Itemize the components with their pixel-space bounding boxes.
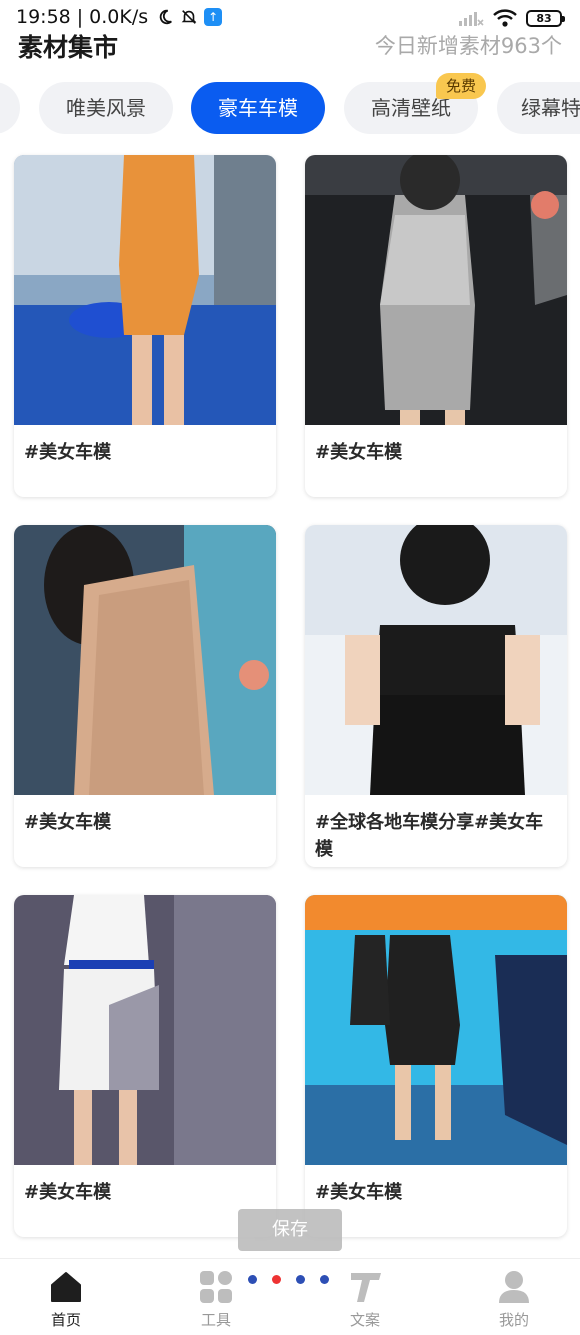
material-card[interactable]: #美女车模	[14, 525, 276, 867]
text-icon	[351, 1273, 381, 1302]
card-thumbnail	[305, 525, 567, 795]
nav-profile-label: 我的	[498, 1311, 529, 1329]
free-badge: 免费	[436, 73, 487, 99]
signal-icon	[459, 12, 484, 26]
card-title: #美女车模	[24, 812, 112, 833]
card-thumbnail	[14, 895, 276, 1165]
card-thumbnail	[14, 155, 276, 425]
indicator-dot-active	[272, 1275, 281, 1284]
grid-icon	[200, 1271, 232, 1303]
category-tab-cars[interactable]: 豪车车模	[191, 82, 325, 134]
nav-tools-label: 工具	[200, 1311, 231, 1329]
indicator-dot	[248, 1275, 257, 1284]
category-tab-previous[interactable]	[0, 82, 20, 134]
card-title: #美女车模	[315, 1182, 403, 1203]
status-left: 19:58 | 0.0K/s ↑	[16, 6, 223, 28]
category-tab-scenery[interactable]: 唯美风景	[39, 82, 173, 134]
upload-icon: ↑	[204, 8, 223, 26]
page-indicator	[248, 1275, 329, 1284]
bottom-nav: 首页 工具 文案 我的	[0, 1258, 580, 1335]
wifi-icon	[493, 9, 517, 27]
card-title: #美女车模	[315, 442, 403, 463]
material-card[interactable]: #美女车模	[305, 155, 567, 497]
indicator-dot	[320, 1275, 329, 1284]
header: 素材集市 今日新增素材963个	[0, 28, 580, 64]
page-title: 素材集市	[18, 33, 119, 62]
nav-copywriting[interactable]: 文案	[315, 1269, 415, 1330]
material-card[interactable]: #美女车模	[14, 895, 276, 1237]
card-thumbnail	[305, 895, 567, 1165]
material-card[interactable]: #全球各地车模分享#美女车模	[305, 525, 567, 867]
user-icon	[499, 1271, 529, 1303]
bell-muted-icon	[181, 10, 197, 24]
nav-home-label: 首页	[50, 1311, 81, 1329]
moon-icon	[159, 9, 173, 25]
status-net-speed: 0.0K/s	[89, 6, 149, 28]
material-card[interactable]: #美女车模	[305, 895, 567, 1237]
category-tab-greenscreen[interactable]: 绿幕特	[497, 82, 580, 134]
status-right: 83	[458, 8, 565, 28]
save-button[interactable]: 保存	[238, 1209, 342, 1251]
card-thumbnail	[14, 525, 276, 795]
status-separator: |	[76, 6, 84, 28]
nav-home[interactable]: 首页	[16, 1269, 116, 1330]
material-card[interactable]: #美女车模	[14, 155, 276, 497]
status-time: 19:58	[16, 6, 71, 28]
nav-profile[interactable]: 我的	[464, 1269, 564, 1330]
card-thumbnail	[305, 155, 567, 425]
battery-indicator: 83	[526, 9, 565, 27]
nav-copywriting-label: 文案	[349, 1311, 380, 1329]
card-title: #全球各地车模分享#美女车模	[315, 812, 544, 860]
home-icon	[51, 1272, 81, 1302]
card-title: #美女车模	[24, 1182, 112, 1203]
card-title: #美女车模	[24, 442, 112, 463]
today-new-count: 今日新增素材963个	[374, 34, 562, 58]
indicator-dot	[296, 1275, 305, 1284]
category-tabs: 唯美风景 豪车车模 高清壁纸 绿幕特	[0, 82, 580, 136]
